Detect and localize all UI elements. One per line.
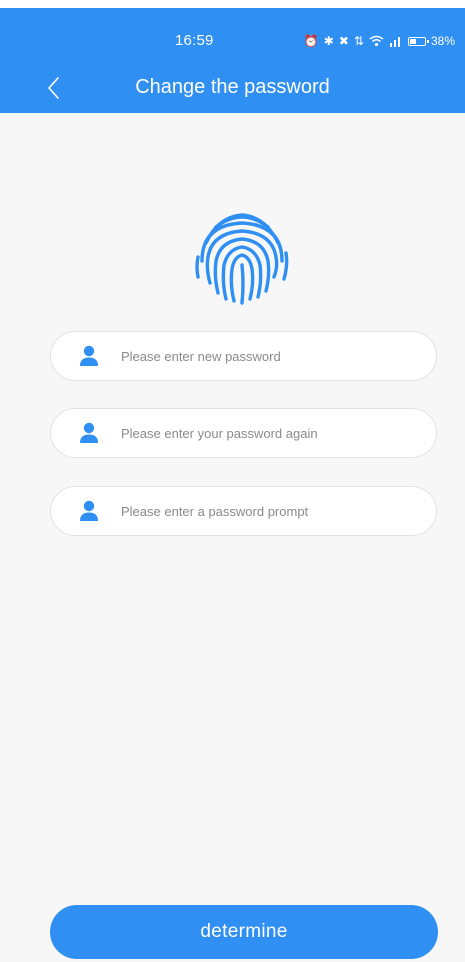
confirm-password-input[interactable] (121, 425, 401, 441)
new-password-field[interactable] (50, 331, 437, 381)
app-header: 16:59 ⏰ ✱ ✖ ⇅ 38% Change the password (0, 8, 465, 113)
wifi-icon (369, 35, 384, 47)
battery-percent: 38% (430, 34, 455, 48)
fingerprint-icon (195, 213, 289, 305)
phone-screen: 16:59 ⏰ ✱ ✖ ⇅ 38% Change the password Pl… (0, 0, 465, 962)
user-icon (80, 500, 98, 521)
content-area: determine (0, 113, 465, 962)
status-bar: 16:59 ⏰ ✱ ✖ ⇅ 38% (0, 8, 465, 60)
mute-icon: ✖ (338, 34, 349, 48)
alarm-icon: ⏰ (303, 34, 319, 48)
password-prompt-input[interactable] (121, 503, 401, 519)
user-icon (80, 345, 98, 366)
bluetooth-icon: ✱ (323, 34, 334, 48)
status-icons: ⏰ ✱ ✖ ⇅ 38% (304, 32, 455, 50)
new-password-input[interactable] (121, 348, 401, 364)
page-title: Change the password (135, 76, 330, 98)
user-icon (80, 422, 98, 443)
status-time: 16:59 (175, 32, 214, 49)
determine-button[interactable]: determine (50, 905, 438, 959)
battery-icon (407, 36, 429, 46)
data-speed-icon: ⇅ (353, 34, 364, 48)
password-prompt-field[interactable] (50, 486, 437, 536)
signal-icon (389, 37, 400, 47)
confirm-password-field[interactable] (50, 408, 437, 458)
